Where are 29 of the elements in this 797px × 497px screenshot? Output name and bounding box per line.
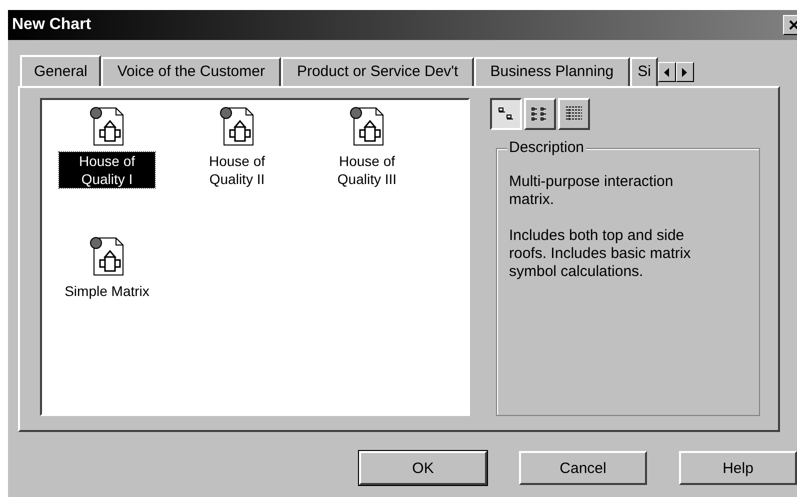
scroll-left-button[interactable] [658,62,676,82]
right-arrow-icon [682,68,688,76]
template-item[interactable]: Simple Matrix [59,282,155,300]
dialog-button[interactable]: Help [679,451,797,485]
template-item[interactable]: House of Quality II [189,152,285,188]
group-title: Description [507,139,586,156]
document-icon [220,106,254,146]
tab[interactable]: General [20,55,102,86]
description-text: Multi-purpose interaction matrix. [509,173,674,209]
large-icons-icon [498,107,514,121]
tab[interactable]: Si [630,57,658,86]
tab[interactable]: Voice of the Customer [101,57,281,86]
dialog-button[interactable]: OK [359,451,487,485]
template-item[interactable]: House of Quality III [319,152,415,188]
scroll-right-button[interactable] [676,62,694,82]
document-icon [350,106,384,146]
tab[interactable]: Business Planning [474,57,630,86]
document-icon [90,236,124,276]
tab[interactable]: Product or Service Dev't [280,57,474,86]
description-text: Includes both top and side roofs. Includes basic matrix symbol calculations. [509,227,692,281]
left-arrow-icon [664,68,670,76]
close-icon [789,20,797,30]
view-button[interactable] [490,98,522,130]
details-view-icon [565,106,583,122]
document-icon [90,106,124,146]
dialog-button[interactable]: Cancel [519,451,647,485]
template-item[interactable]: House of Quality I [59,152,155,188]
list-view-icon [531,107,549,121]
window-title: New Chart [12,16,92,34]
